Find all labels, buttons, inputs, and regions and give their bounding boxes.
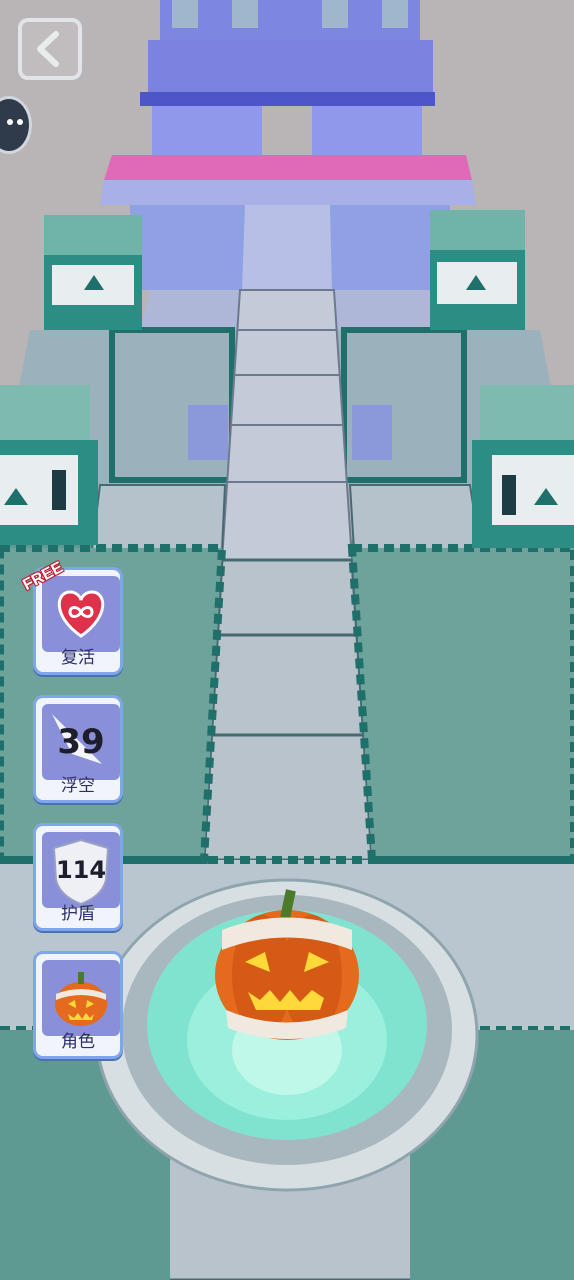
float-count-icon: 39 — [42, 704, 120, 780]
side-block-right-lower — [472, 385, 574, 548]
avatar-eye-icon — [17, 119, 23, 125]
float-count: 39 — [57, 722, 105, 762]
character-label: 角色 — [61, 1032, 95, 1052]
shield-button[interactable]: 114 护盾 — [33, 823, 123, 931]
pink-tiles — [100, 155, 476, 205]
side-block-left-lower — [0, 385, 98, 545]
side-block-right-upper — [430, 210, 525, 330]
chevron-left-icon — [37, 31, 59, 67]
float-label: 浮空 — [61, 776, 95, 796]
back-button[interactable] — [18, 18, 82, 80]
avatar-eye-icon — [7, 119, 13, 125]
character-button[interactable]: 角色 — [33, 951, 123, 1059]
side-block-left-upper — [44, 215, 142, 330]
revive-label: 复活 — [61, 648, 95, 668]
float-button[interactable]: 39 浮空 — [33, 695, 123, 803]
mid-path — [242, 205, 332, 290]
pumpkin-icon — [42, 960, 120, 1036]
shield-count: 114 — [55, 856, 107, 884]
shield-label: 护盾 — [61, 904, 95, 924]
shield-icon: 114 — [42, 832, 120, 908]
infinity-heart-icon — [42, 576, 120, 652]
